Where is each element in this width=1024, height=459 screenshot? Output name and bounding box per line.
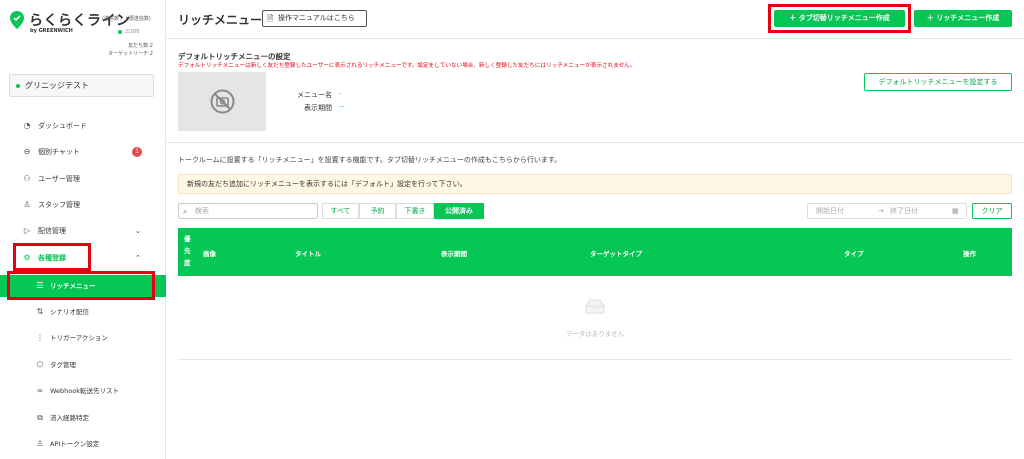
highlight-frame [7,271,155,300]
chevron-up-icon: ⌃ [135,254,141,262]
document-icon: 🗎 [267,14,274,23]
menu-name-value: - [339,90,342,98]
highlight-frame [768,4,911,33]
brand-sub: (送信数 / 上限送信数) [102,16,151,22]
scenario-icon: ⇅ [36,307,44,316]
sidebar-item-dashboard[interactable]: ◔ ダッシュボード [0,115,166,137]
set-default-button[interactable]: デフォルトリッチメニューを設定する [864,73,1012,91]
table-empty-state: データはありません [178,276,1012,360]
search-input[interactable]: ⌕ 検索 [178,203,318,219]
account-status-icon [16,83,20,88]
send-icon: ▷ [23,226,31,235]
sidebar-item-staff[interactable]: ♙ スタッフ管理 [0,194,166,216]
sidebar-item-route[interactable]: ⧉ 流入経路特定 [0,407,166,429]
chat-icon: ⊖ [23,147,31,156]
richmenu-create-button[interactable]: ＋ リッチメニュー作成 [914,10,1012,27]
default-section-note: デフォルトリッチメニューは新しく友だち登録したユーザーに表示されるリッチメニュー… [178,63,636,69]
sidebar-item-label: Webhook転送先リスト [50,387,120,395]
sidebar-item-label: 配信管理 [38,227,66,235]
tab-scheduled[interactable]: 予約 [359,203,396,219]
sidebar-item-api[interactable]: ♙ APIトークン設定 [0,433,166,455]
route-icon: ⧉ [37,413,43,422]
sidebar-item-label: トリガーアクション [50,334,108,342]
notice-banner: 新規の友だち追加にリッチメニューを表示するには「デフォルト」設定を行って下さい。 [178,174,1012,194]
col-type: タイプ [844,250,864,258]
search-icon: ⌕ [183,207,188,216]
plan-value: 2/200 [125,29,140,35]
sidebar-item-users[interactable]: ⚇ ユーザー管理 [0,168,166,190]
page-title: リッチメニュー [178,13,263,27]
unread-badge: 1 [132,147,142,157]
friends-count: 友だち数:2 [128,43,153,49]
date-range-input[interactable]: 開始日付 → 終了日付 ▦ [807,203,967,219]
logo-pin-icon [10,11,24,29]
table-header: 優先度 画像 タイトル 表示期間 ターゲットタイプ タイプ 操作 [178,228,1012,276]
tab-all[interactable]: すべて [322,203,359,219]
default-image-placeholder [178,72,266,131]
divider [166,38,1024,39]
account-name: グリニッジテスト [25,81,89,90]
button-label: リッチメニュー作成 [936,14,1000,22]
divider [166,142,1024,143]
empty-inbox-icon [585,299,605,314]
sidebar-item-tags[interactable]: ⬠ タグ管理 [0,354,166,376]
target-reach: ターゲットリーチ:2 [108,51,153,57]
sidebar-item-label: シナリオ配信 [50,308,89,316]
period-value: -- [339,103,345,111]
start-date: 開始日付 [816,207,844,215]
account-selector[interactable]: グリニッジテスト [9,74,154,97]
brand-by: by GREENWICH [30,28,73,34]
link-icon: ∞ [36,386,44,395]
sidebar: らくらくライン (送信数 / 上限送信数) by GREENWICH 2/200… [0,0,166,459]
calendar-icon: ▦ [952,207,959,215]
clear-button[interactable]: クリア [972,203,1012,219]
highlight-frame [13,243,91,271]
col-target-type: ターゲットタイプ [590,250,642,258]
col-title: タイトル [295,250,321,258]
sidebar-item-delivery[interactable]: ▷ 配信管理 ⌄ [0,220,166,242]
person-icon: ♙ [36,439,44,448]
dashboard-icon: ◔ [23,121,31,130]
users-icon: ⚇ [23,174,31,183]
person-icon: ♙ [23,200,31,209]
col-actions: 操作 [963,250,976,258]
sidebar-item-label: 個別チャット [38,148,80,156]
sidebar-item-label: タグ管理 [50,361,76,369]
sidebar-item-webhook[interactable]: ∞ Webhook転送先リスト [0,380,166,402]
sidebar-item-label: 流入経路特定 [50,414,89,422]
sidebar-item-chat[interactable]: ⊖ 個別チャット 1 [0,141,166,163]
arrow-icon: → [878,207,884,215]
manual-button[interactable]: 🗎 操作マニュアルはこちら [262,10,367,27]
manual-label: 操作マニュアルはこちら [278,14,355,22]
sidebar-item-label: ユーザー管理 [38,175,80,183]
tab-published[interactable]: 公開済み [434,203,484,219]
col-image: 画像 [203,250,216,258]
tag-icon: ⬠ [36,360,44,369]
search-placeholder: 検索 [195,207,209,215]
no-image-icon [210,89,235,114]
status-dot-icon [118,29,122,34]
sidebar-item-scenario[interactable]: ⇅ シナリオ配信 [0,301,166,323]
sidebar-item-label: ダッシュボード [38,122,87,130]
tab-draft[interactable]: 下書き [396,203,434,219]
sidebar-item-label: スタッフ管理 [38,201,80,209]
col-period: 表示期間 [441,250,467,258]
sidebar-item-label: APIトークン設定 [50,440,100,448]
period-label: 表示期間 [304,104,332,112]
empty-text: データはありません [565,330,625,338]
plan-count: 2/200 [118,29,139,35]
col-priority: 優先度 [184,235,191,267]
description-text: トークルームに設置する「リッチメニュー」を設置する機能です。タブ切替リッチメニュ… [178,156,562,164]
chevron-down-icon: ⌄ [135,227,141,235]
trigger-icon: ⋮ [36,333,44,342]
sidebar-item-trigger[interactable]: ⋮ トリガーアクション [0,327,166,349]
menu-name-label: メニュー名 [297,91,332,99]
end-date: 終了日付 [890,207,918,215]
